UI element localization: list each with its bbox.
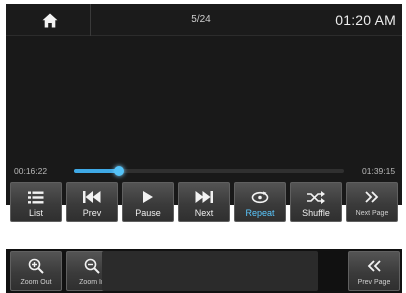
next-page-button[interactable]: Next Page xyxy=(346,182,398,222)
second-page-bar: Zoom Out Zoom In Prev Page xyxy=(6,249,402,293)
total-time: 01:39:15 xyxy=(362,166,396,176)
prev-icon xyxy=(83,186,101,208)
prev-page-button[interactable]: Prev Page xyxy=(348,251,400,291)
media-player-screen: 5/24 01:20 AM 00:16:22 01:39:15 xyxy=(6,4,402,205)
shuffle-icon xyxy=(307,186,325,208)
list-label: List xyxy=(28,208,43,218)
repeat-button[interactable]: Repeat xyxy=(234,182,286,222)
elapsed-time: 00:16:22 xyxy=(14,166,48,176)
prev-label: Prev xyxy=(82,208,102,218)
next-icon xyxy=(195,186,213,208)
zoom-out-button[interactable]: Zoom Out xyxy=(10,251,62,291)
repeat-icon xyxy=(251,186,269,208)
zoom-out-icon xyxy=(28,255,44,277)
top-divider xyxy=(90,4,91,36)
next-page-label: Next Page xyxy=(355,210,389,217)
pause-label: Pause xyxy=(135,208,161,218)
zoom-out-label: Zoom Out xyxy=(20,279,52,286)
home-icon xyxy=(42,13,58,27)
top-bar: 5/24 01:20 AM xyxy=(6,4,402,36)
progress-fill xyxy=(74,169,119,173)
progress-knob[interactable] xyxy=(113,166,124,176)
empty-button-area xyxy=(102,251,318,291)
next-page-icon xyxy=(365,186,379,208)
play-icon xyxy=(143,186,153,208)
prev-page-label: Prev Page xyxy=(357,279,391,286)
clock: 01:20 AM xyxy=(335,12,396,28)
control-bar: List Prev Pause Next Repeat Shuffle Next… xyxy=(4,182,402,222)
next-button[interactable]: Next xyxy=(178,182,230,222)
list-icon xyxy=(28,186,44,208)
list-button[interactable]: List xyxy=(10,182,62,222)
zoom-in-label: Zoom In xyxy=(79,279,105,286)
shuffle-button[interactable]: Shuffle xyxy=(290,182,342,222)
progress-bar[interactable] xyxy=(74,166,344,176)
shuffle-label: Shuffle xyxy=(302,208,330,218)
prev-button[interactable]: Prev xyxy=(66,182,118,222)
pause-button[interactable]: Pause xyxy=(122,182,174,222)
zoom-in-icon xyxy=(84,255,100,277)
prev-page-icon xyxy=(367,255,381,277)
home-button[interactable] xyxy=(14,6,86,34)
track-count: 5/24 xyxy=(191,14,211,25)
repeat-label: Repeat xyxy=(245,208,275,218)
next-label: Next xyxy=(194,208,214,218)
